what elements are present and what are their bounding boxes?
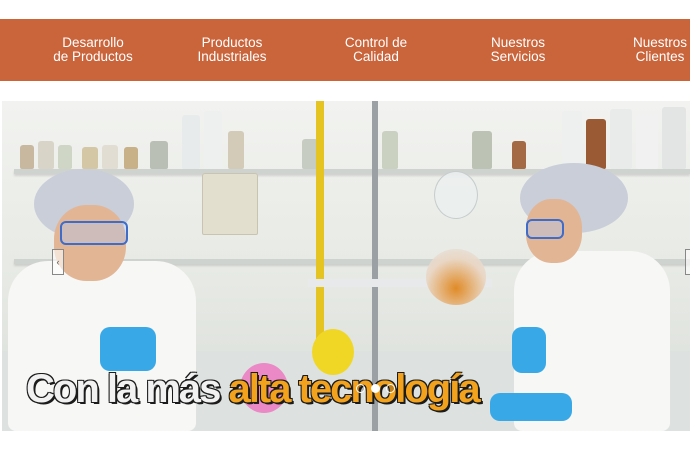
lab-jar [204,111,222,169]
lab-jar [102,145,118,169]
stand-pole-yellow [316,101,324,341]
lab-instrument [202,173,258,235]
lab-jar [512,141,526,169]
nav-item-productos-industriales[interactable]: Productos Industriales [182,19,282,81]
lab-jar [586,119,606,169]
lab-jar [562,111,582,169]
slider-dot-3[interactable] [386,384,395,393]
slider-dot-1[interactable] [356,384,365,393]
nav-item-nuestros-servicios[interactable]: Nuestros Servicios [468,19,568,81]
lab-jar [58,145,72,169]
lab-jar [38,141,54,169]
lab-jar [182,115,200,169]
nav-item-control-de-calidad[interactable]: Control de Calidad [326,19,426,81]
lab-jar [228,131,244,169]
scientist-right-goggles [526,219,564,239]
lab-jar [472,131,492,169]
caption-white-text: Con la más [26,367,229,411]
lab-jar [20,145,34,169]
slider-dot-2[interactable] [371,384,380,393]
lab-jar [662,107,686,169]
lab-jar [124,147,138,169]
main-navbar: Desarrollo de Productos Productos Indust… [0,19,690,81]
slider-prev-arrow[interactable]: ‹ [52,249,64,275]
slider-dots [356,384,395,393]
slide-caption: Con la más alta tecnología [26,367,481,412]
scientist-left-goggles [60,221,128,245]
round-flask [434,171,478,219]
scientist-right-glove [490,393,572,421]
hero-slider[interactable]: ‹ › Con la más alta tecnología [2,101,690,431]
caption-orange-text: alta tecnología [228,367,481,411]
lab-jar [610,109,632,169]
scientist-left-glove [100,327,156,371]
lab-jar [636,115,658,169]
separatory-funnel [426,249,486,305]
scientist-right-glove [512,327,546,373]
slider-next-arrow[interactable]: › [685,249,690,275]
nav-item-nuestros-clientes[interactable]: Nuestros Clientes [610,19,690,81]
nav-item-desarrollo-de-productos[interactable]: Desarrollo de Productos [43,19,143,81]
lab-jar [150,141,168,169]
lab-jar [82,147,98,169]
lab-jar [382,131,398,169]
